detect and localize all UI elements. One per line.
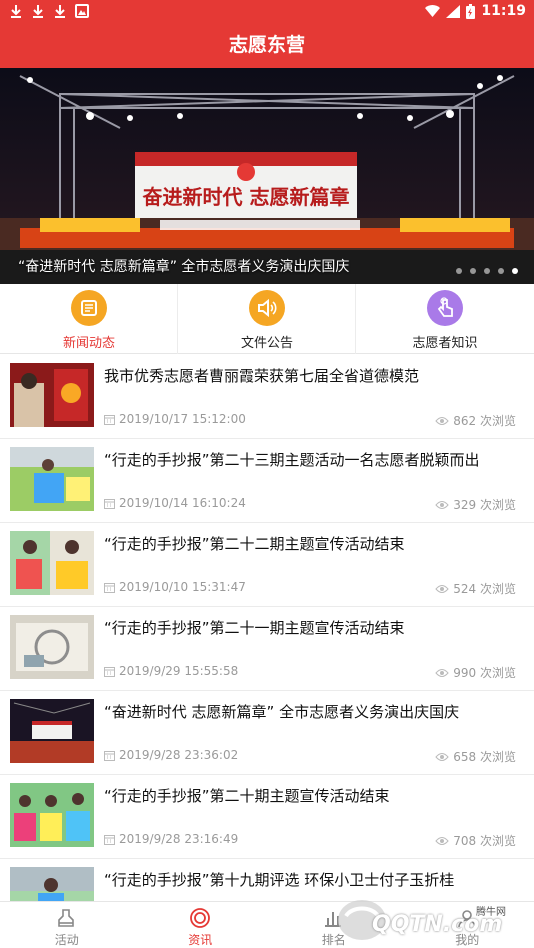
calendar-icon [104, 834, 115, 845]
category-tabs: 新闻动态 文件公告 志愿者知识 [0, 284, 534, 354]
nav-activity[interactable]: 活动 [0, 902, 134, 948]
news-title: “行走的手抄报”第二十期主题宣传活动结束 [104, 787, 390, 805]
eye-icon [435, 836, 449, 845]
signal-icon [446, 4, 461, 18]
activity-icon [58, 909, 74, 927]
eye-icon [435, 752, 449, 761]
carousel-dot[interactable] [498, 268, 504, 274]
news-item[interactable]: “行走的手抄报”第二十三期主题活动一名志愿者脱颖而出 2019/10/14 16… [0, 439, 534, 523]
news-date-text: 2019/10/17 15:12:00 [119, 412, 246, 426]
news-views: 658 次浏览 [435, 748, 516, 765]
news-date: 2019/9/28 23:36:02 [104, 748, 238, 762]
news-views-text: 990 次浏览 [453, 666, 516, 680]
news-title: “行走的手抄报”第十九期评选 环保小卫士付子玉折桂 [104, 871, 455, 889]
calendar-icon [104, 414, 115, 425]
news-date-text: 2019/9/28 23:16:49 [119, 832, 239, 846]
news-item[interactable]: “行走的手抄报”第二十一期主题宣传活动结束 2019/9/29 15:55:58… [0, 607, 534, 691]
news-date: 2019/10/10 15:31:47 [104, 580, 246, 594]
calendar-icon [104, 582, 115, 593]
system-icons: 11:19 [425, 3, 526, 19]
news-date: 2019/10/14 16:10:24 [104, 496, 246, 510]
news-thumbnail [10, 699, 94, 763]
clock: 11:19 [481, 3, 526, 19]
news-views: 708 次浏览 [435, 832, 516, 849]
tab-news[interactable]: 新闻动态 [0, 284, 178, 354]
stage-text: 奋进新时代 志愿新篇章 [142, 185, 350, 209]
battery-charging-icon [466, 3, 476, 19]
nav-news-label: 资讯 [188, 933, 213, 947]
news-thumbnail [10, 615, 94, 679]
news-views-text: 658 次浏览 [453, 750, 516, 764]
news-item[interactable]: “行走的手抄报”第二十期主题宣传活动结束 2019/9/28 23:16:49 … [0, 775, 534, 859]
eye-icon [435, 584, 449, 593]
news-date-text: 2019/9/29 15:55:58 [119, 664, 239, 678]
touch-hand-icon [427, 290, 463, 326]
news-thumbnail [10, 363, 94, 427]
news-item[interactable]: 我市优秀志愿者曹丽霞荣获第七届全省道德模范 2019/10/17 15:12:0… [0, 355, 534, 439]
download-icon [33, 5, 43, 18]
eye-icon [435, 416, 449, 425]
news-views-text: 862 次浏览 [453, 414, 516, 428]
news-views: 329 次浏览 [435, 496, 516, 513]
news-title: “行走的手抄报”第二十二期主题宣传活动结束 [104, 535, 405, 553]
newspaper-icon [71, 290, 107, 326]
notification-icons [8, 3, 90, 19]
news-thumbnail [10, 447, 94, 511]
nav-news[interactable]: 资讯 [134, 902, 268, 948]
tab-volunteer-knowledge-label: 志愿者知识 [412, 336, 478, 351]
news-target-icon [189, 908, 210, 928]
carousel-dot[interactable] [456, 268, 462, 274]
banner-carousel[interactable]: 奋进新时代 志愿新篇章 “奋进新时代 志愿新篇章” 全市志愿者义务演出庆国庆 [0, 68, 534, 284]
carousel-indicator [456, 268, 518, 274]
speaker-icon [249, 290, 285, 326]
watermark-small-text: 腾牛网 [476, 907, 506, 918]
carousel-dot-active[interactable] [512, 268, 518, 274]
app-screen: 11:19 志愿东营 奋进新时代 志愿新篇章 “奋进新时代 志愿新篇章” 全市志… [0, 0, 534, 948]
news-views-text: 708 次浏览 [453, 834, 516, 848]
banner-caption: “奋进新时代 志愿新篇章” 全市志愿者义务演出庆国庆 [18, 259, 350, 275]
news-views-text: 329 次浏览 [453, 498, 516, 512]
news-title: “行走的手抄报”第二十一期主题宣传活动结束 [104, 619, 405, 637]
tab-volunteer-knowledge[interactable]: 志愿者知识 [356, 284, 534, 354]
news-date: 2019/9/28 23:16:49 [104, 832, 238, 846]
calendar-icon [104, 498, 115, 509]
image-icon [75, 4, 89, 18]
tab-announcements[interactable]: 文件公告 [178, 284, 356, 354]
download-icon [55, 5, 65, 18]
download-icon [11, 5, 21, 18]
news-date-text: 2019/10/14 16:10:24 [119, 496, 246, 510]
nav-activity-label: 活动 [54, 933, 79, 947]
calendar-icon [104, 750, 115, 761]
news-views-text: 524 次浏览 [453, 582, 516, 596]
news-title: 我市优秀志愿者曹丽霞荣获第七届全省道德模范 [104, 367, 420, 385]
wifi-icon [425, 4, 441, 17]
news-title: “奋进新时代 志愿新篇章” 全市志愿者义务演出庆国庆 [104, 703, 460, 721]
news-views: 524 次浏览 [435, 580, 516, 597]
tab-announcements-label: 文件公告 [240, 336, 293, 351]
tab-news-label: 新闻动态 [62, 336, 115, 351]
banner-image: 奋进新时代 志愿新篇章 [0, 68, 534, 284]
carousel-dot[interactable] [470, 268, 476, 274]
news-date-text: 2019/10/10 15:31:47 [119, 580, 246, 594]
news-views: 990 次浏览 [435, 664, 516, 681]
news-date: 2019/10/17 15:12:00 [104, 412, 246, 426]
status-bar: 11:19 [0, 0, 534, 22]
eye-icon [435, 500, 449, 509]
news-date-text: 2019/9/28 23:36:02 [119, 748, 239, 762]
news-thumbnail [10, 531, 94, 595]
eye-icon [435, 668, 449, 677]
news-thumbnail [10, 783, 94, 847]
news-views: 862 次浏览 [435, 412, 516, 429]
news-list: 我市优秀志愿者曹丽霞荣获第七届全省道德模范 2019/10/17 15:12:0… [0, 355, 534, 943]
news-item[interactable]: “奋进新时代 志愿新篇章” 全市志愿者义务演出庆国庆 2019/9/28 23:… [0, 691, 534, 775]
news-item[interactable]: “行走的手抄报”第二十二期主题宣传活动结束 2019/10/10 15:31:4… [0, 523, 534, 607]
calendar-icon [104, 666, 115, 677]
news-title: “行走的手抄报”第二十三期主题活动一名志愿者脱颖而出 [104, 451, 480, 469]
news-date: 2019/9/29 15:55:58 [104, 664, 238, 678]
carousel-dot[interactable] [484, 268, 490, 274]
app-title: 志愿东营 [0, 22, 534, 68]
